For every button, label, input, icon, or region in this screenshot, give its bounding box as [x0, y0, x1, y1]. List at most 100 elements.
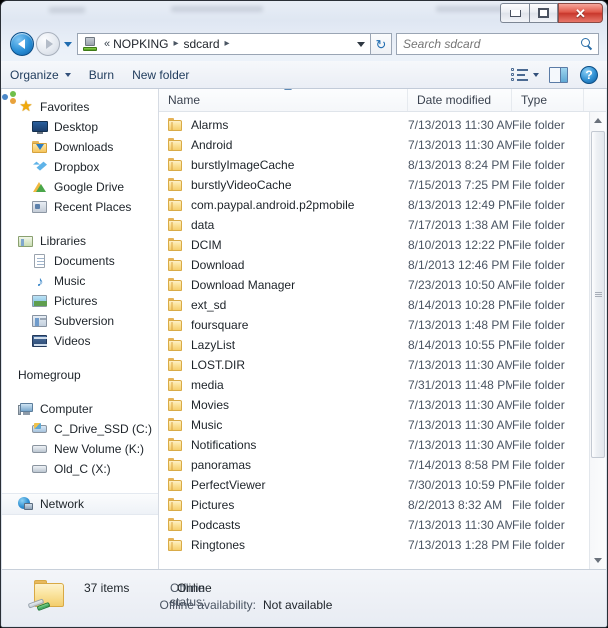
burn-button[interactable]: Burn [80, 64, 123, 86]
back-button[interactable] [10, 32, 34, 56]
cell-name[interactable]: data [159, 218, 408, 232]
search-box[interactable] [396, 33, 599, 55]
new-folder-button[interactable]: New folder [123, 64, 198, 86]
table-row[interactable]: LOST.DIR 7/13/2013 11:30 AM File folder [159, 355, 589, 375]
cell-name[interactable]: Movies [159, 398, 408, 412]
cell-name[interactable]: Ringtones [159, 538, 408, 552]
table-row[interactable]: Download 8/1/2013 12:46 PM File folder [159, 255, 589, 275]
vertical-scroll-track[interactable] [590, 129, 606, 552]
breadcrumb-separator-icon[interactable]: ▸ [225, 39, 230, 49]
forward-arrow-icon [45, 39, 53, 49]
help-button[interactable]: ? [580, 65, 598, 84]
sidebar-item-videos[interactable]: Videos [2, 331, 158, 351]
table-row[interactable]: Alarms 7/13/2013 11:30 AM File folder [159, 115, 589, 135]
cell-name[interactable]: Download [159, 258, 408, 272]
views-dropdown-button[interactable] [533, 72, 539, 77]
sidebar-item-documents[interactable]: Documents [2, 251, 158, 271]
sidebar-item-new-volume[interactable]: New Volume (K:) [2, 439, 158, 459]
address-dropdown-button[interactable] [352, 33, 370, 55]
table-row[interactable]: ext_sd 8/14/2013 10:28 PM File folder [159, 295, 589, 315]
cell-name[interactable]: media [159, 378, 408, 392]
scroll-down-button[interactable] [590, 552, 606, 569]
forward-button[interactable] [36, 32, 60, 56]
breadcrumb-item-sdcard[interactable]: sdcard [184, 37, 220, 51]
maximize-button[interactable] [529, 3, 558, 23]
table-row[interactable]: Ringtones 7/13/2013 1:28 PM File folder [159, 535, 589, 555]
column-header-name[interactable]: Name [159, 89, 408, 111]
table-row[interactable]: panoramas 7/14/2013 8:58 PM File folder [159, 455, 589, 475]
breadcrumb-separator-icon[interactable]: ▸ [173, 39, 178, 49]
cell-name[interactable]: Download Manager [159, 278, 408, 292]
sidebar-item-recent-places[interactable]: Recent Places [2, 197, 158, 217]
recent-locations-button[interactable] [61, 35, 74, 53]
table-row[interactable]: Pictures 8/2/2013 8:32 AM File folder [159, 495, 589, 515]
minimize-button[interactable] [500, 3, 529, 23]
table-row[interactable]: Podcasts 7/13/2013 11:30 AM File folder [159, 515, 589, 535]
table-row[interactable]: Music 7/13/2013 11:30 AM File folder [159, 415, 589, 435]
cell-name[interactable]: Pictures [159, 498, 408, 512]
sidebar-item-old-c[interactable]: Old_C (X:) [2, 459, 158, 479]
vertical-scrollbar[interactable] [589, 112, 606, 569]
sidebar-item-google-drive[interactable]: Google Drive [2, 177, 158, 197]
refresh-button[interactable]: ↻ [370, 33, 392, 55]
cell-name[interactable]: DCIM [159, 238, 408, 252]
navigation-pane[interactable]: ★ Favorites Desktop Downloads Dropbox Go… [2, 89, 159, 569]
cell-name[interactable]: burstlyImageCache [159, 158, 408, 172]
table-row[interactable]: burstlyVideoCache 7/15/2013 7:25 PM File f… [159, 175, 589, 195]
search-input[interactable] [403, 37, 581, 51]
preview-pane-icon[interactable] [549, 66, 568, 83]
table-row[interactable]: PerfectViewer 7/30/2013 10:59 PM File fold… [159, 475, 589, 495]
cell-name[interactable]: Android [159, 138, 408, 152]
cell-name[interactable]: Notifications [159, 438, 408, 452]
folder-icon [168, 198, 184, 212]
table-row[interactable]: Notifications 7/13/2013 11:30 AM File fold… [159, 435, 589, 455]
cell-name[interactable]: foursquare [159, 318, 408, 332]
scroll-up-button[interactable] [590, 112, 606, 129]
cell-name[interactable]: LazyList [159, 338, 408, 352]
cell-name[interactable]: com.paypal.android.p2pmobile [159, 198, 408, 212]
column-header-type[interactable]: Type [512, 89, 584, 111]
cell-name[interactable]: Music [159, 418, 408, 432]
table-row[interactable]: DCIM 8/10/2013 12:22 PM File folder [159, 235, 589, 255]
table-row[interactable]: Movies 7/13/2013 11:30 AM File folder [159, 395, 589, 415]
views-icon[interactable] [511, 67, 528, 82]
sidebar-item-homegroup[interactable]: Homegroup [2, 91, 158, 385]
cell-name[interactable]: panoramas [159, 458, 408, 472]
downloads-folder-icon [32, 139, 48, 155]
table-row[interactable]: Download Manager 7/23/2013 10:50 AM File f… [159, 275, 589, 295]
file-rows[interactable]: Alarms 7/13/2013 11:30 AM File folder Andro… [159, 112, 589, 569]
column-header-date-modified[interactable]: Date modified [408, 89, 512, 111]
breadcrumb-item-nopking[interactable]: NOPKING [113, 37, 168, 51]
table-row[interactable]: Android 7/13/2013 11:30 AM File folder [159, 135, 589, 155]
cell-name[interactable]: Podcasts [159, 518, 408, 532]
cell-name[interactable]: ext_sd [159, 298, 408, 312]
breadcrumb[interactable]: « NOPKING ▸ sdcard ▸ [77, 33, 352, 55]
sidebar-item-desktop[interactable]: Desktop [2, 117, 158, 137]
vertical-scroll-thumb[interactable] [591, 131, 605, 458]
table-row[interactable]: LazyList 8/14/2013 10:55 PM File folder [159, 335, 589, 355]
sidebar-item-dropbox[interactable]: Dropbox [2, 157, 158, 177]
breadcrumb-overflow-icon[interactable]: « [104, 38, 110, 50]
cell-name[interactable]: PerfectViewer [159, 478, 408, 492]
sidebar-item-libraries[interactable]: Libraries [2, 231, 158, 251]
sidebar-item-music[interactable]: ♪ Music [2, 271, 158, 291]
sidebar-item-subversion[interactable]: Subversion [2, 311, 158, 331]
sidebar-item-network[interactable]: Network [2, 493, 158, 515]
sidebar-item-c-drive[interactable]: C_Drive_SSD (C:) [2, 419, 158, 439]
table-row[interactable]: data 7/17/2013 1:38 AM File folder [159, 215, 589, 235]
close-button[interactable]: ✕ [558, 3, 603, 23]
table-row[interactable]: foursquare 7/13/2013 1:48 PM File folder [159, 315, 589, 335]
cell-name[interactable]: LOST.DIR [159, 358, 408, 372]
sidebar-item-downloads[interactable]: Downloads [2, 137, 158, 157]
sidebar-item-favorites[interactable]: ★ Favorites [2, 97, 158, 117]
table-row[interactable]: media 7/31/2013 11:48 PM File folder [159, 375, 589, 395]
title-bar[interactable]: ✕ [1, 1, 607, 27]
table-row[interactable]: com.paypal.android.p2pmobile 8/13/2013 12… [159, 195, 589, 215]
cell-name[interactable]: Alarms [159, 118, 408, 132]
sidebar-item-computer[interactable]: Computer [2, 399, 158, 419]
sidebar-label: Videos [54, 334, 91, 348]
table-row[interactable]: burstlyImageCache 8/13/2013 8:24 PM File f… [159, 155, 589, 175]
organize-button[interactable]: Organize [1, 64, 80, 86]
sidebar-item-pictures[interactable]: Pictures [2, 291, 158, 311]
cell-name[interactable]: burstlyVideoCache [159, 178, 408, 192]
